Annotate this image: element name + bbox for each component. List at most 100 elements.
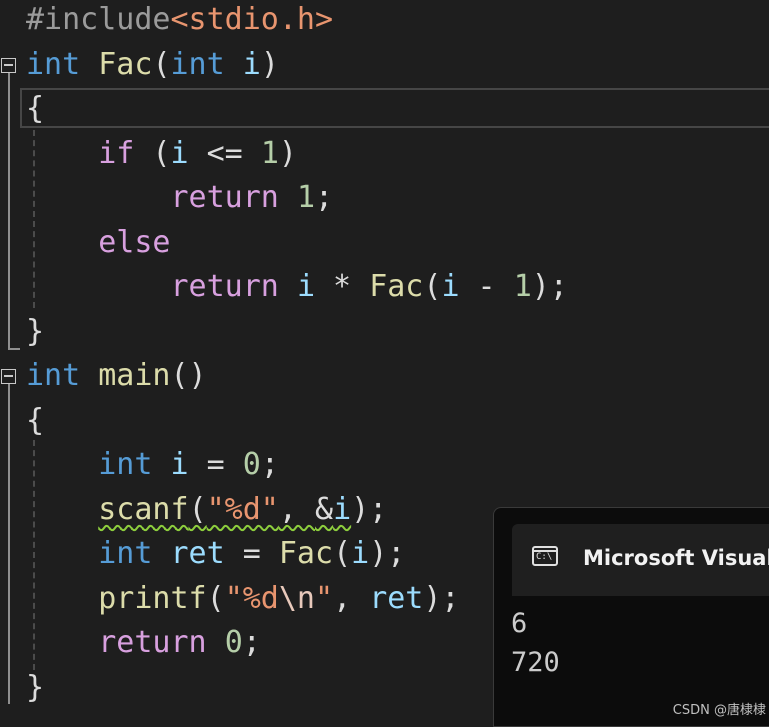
code-token: i	[242, 46, 261, 82]
code-token: i	[170, 447, 189, 482]
code-token: 1	[513, 269, 532, 304]
code-token: <=	[188, 135, 261, 171]
code-line[interactable]: }	[26, 666, 44, 710]
code-token: ret	[369, 580, 424, 616]
code-token: 0	[242, 447, 261, 482]
code-token: ;	[242, 625, 261, 660]
code-token: )	[260, 46, 279, 82]
code-token: );	[351, 491, 388, 527]
code-token: #include	[26, 2, 171, 37]
code-token: (	[134, 135, 171, 171]
code-line[interactable]: if (i <= 1)	[26, 132, 297, 176]
console-tab[interactable]: C:\ Microsoft Visual	[512, 524, 769, 596]
code-token: Fac	[278, 536, 334, 571]
code-token: }	[26, 669, 45, 705]
code-line[interactable]: {	[26, 399, 44, 443]
code-token: printf	[98, 580, 207, 616]
code-token: int	[26, 358, 81, 393]
code-token: int	[26, 46, 81, 82]
code-token: (	[152, 46, 171, 82]
code-token: int	[170, 46, 225, 82]
code-token: if	[98, 135, 135, 171]
code-line[interactable]: return 1;	[26, 176, 334, 220]
code-token: (	[206, 580, 225, 616]
code-token: int	[98, 447, 153, 482]
code-line[interactable]: int ret = Fac(i);	[26, 532, 405, 576]
code-token: ret	[170, 536, 225, 571]
code-token: <stdio.h>	[170, 2, 334, 37]
code-line[interactable]: {	[26, 87, 44, 131]
code-line[interactable]: else	[26, 221, 171, 265]
console-app-icon: C:\	[532, 546, 558, 566]
console-output-line: 720	[511, 647, 560, 678]
fold-end-fac	[8, 348, 20, 350]
code-token: scanf	[98, 491, 189, 527]
watermark: CSDN @唐棣棣	[672, 703, 766, 718]
code-token: -	[459, 269, 514, 304]
code-token: i	[351, 536, 370, 571]
code-token: ()	[170, 358, 207, 393]
code-token: {	[26, 402, 45, 438]
code-token: =	[224, 536, 279, 571]
code-token: return	[170, 180, 279, 215]
code-token: return	[98, 625, 207, 660]
code-token: *	[315, 269, 370, 304]
code-token: =	[188, 447, 243, 482]
fold-range-fac	[8, 73, 10, 349]
code-token: main	[98, 358, 171, 393]
code-token: Fac	[98, 46, 153, 82]
code-token: i	[296, 269, 315, 304]
console-title: Microsoft Visual	[583, 546, 769, 570]
code-line[interactable]: return 0;	[26, 621, 261, 665]
code-token: (	[188, 491, 207, 527]
code-token: ,	[333, 580, 370, 616]
code-token: 0	[224, 625, 243, 660]
code-token: }	[26, 313, 45, 349]
code-token: "%d"	[206, 491, 279, 527]
code-token: 1	[296, 180, 315, 215]
current-line-highlight	[20, 88, 769, 128]
code-token: )	[278, 135, 297, 171]
code-line[interactable]: int Fac(int i)	[26, 43, 279, 87]
collapse-main-icon[interactable]	[1, 369, 16, 384]
code-token: i	[170, 135, 189, 171]
code-token: );	[423, 580, 460, 616]
code-token: "%d	[224, 580, 279, 616]
code-token: return	[170, 269, 279, 304]
code-token: int	[98, 536, 153, 571]
code-line[interactable]: scanf("%d", &i);	[26, 488, 387, 532]
code-line[interactable]: #include<stdio.h>	[26, 0, 333, 42]
collapse-fac-icon[interactable]	[1, 58, 16, 73]
console-window[interactable]: C:\ Microsoft Visual 6 720 CSDN @唐棣棣	[493, 507, 769, 727]
code-token: ;	[260, 447, 279, 482]
code-token: );	[531, 269, 568, 304]
code-line[interactable]: int main()	[26, 354, 207, 398]
code-token: {	[26, 91, 45, 126]
code-token: );	[369, 536, 406, 571]
code-token: Fac	[369, 269, 424, 304]
code-token: i	[441, 269, 460, 304]
code-line[interactable]: }	[26, 310, 44, 354]
code-line[interactable]: int i = 0;	[26, 443, 279, 487]
code-token: (	[423, 269, 442, 304]
code-line[interactable]: printf("%d\n", ret);	[26, 577, 460, 621]
code-token: 1	[260, 135, 279, 171]
code-token: \n	[278, 580, 315, 616]
code-line[interactable]: return i * Fac(i - 1);	[26, 265, 568, 309]
code-token: i	[333, 491, 352, 527]
code-token: else	[98, 224, 171, 260]
